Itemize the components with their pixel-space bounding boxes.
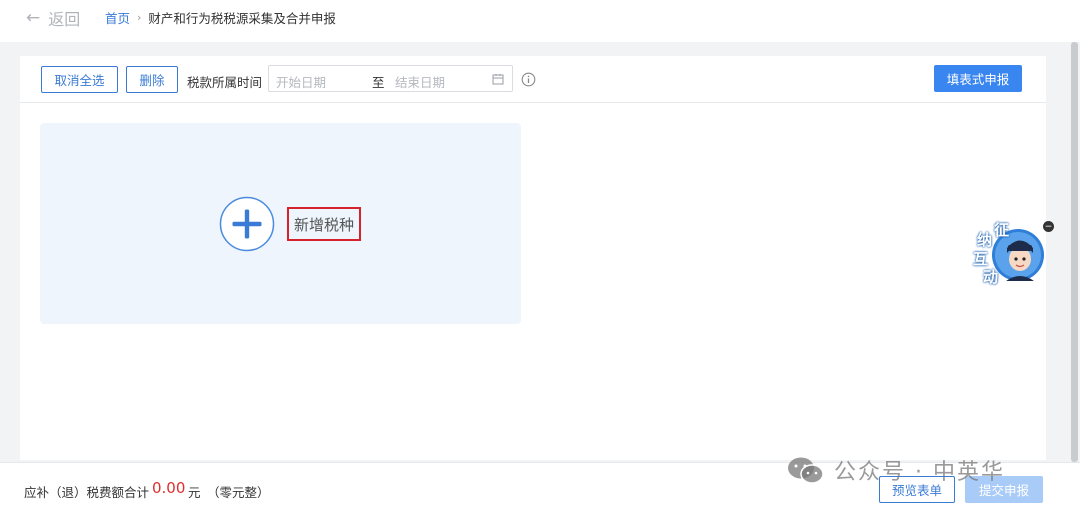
back-label: 返回 <box>48 10 81 29</box>
breadcrumb-home-link[interactable]: 首页 <box>105 8 130 27</box>
toolbar: 取消全选 删除 税款所属时间 开始日期 至 结束日期 填表式申报 <box>20 56 1046 103</box>
main-card: 取消全选 删除 税款所属时间 开始日期 至 结束日期 填表式申报 新增税种 <box>20 56 1046 460</box>
close-icon[interactable]: − <box>1043 221 1054 232</box>
delete-button[interactable]: 删除 <box>126 66 178 93</box>
wechat-icon <box>788 457 824 484</box>
add-tax-panel[interactable]: 新增税种 <box>40 123 521 324</box>
chevron-right-icon: › <box>137 11 142 24</box>
calendar-icon <box>492 74 504 85</box>
info-icon[interactable] <box>521 72 536 87</box>
form-declare-button[interactable]: 填表式申报 <box>934 65 1022 92</box>
watermark-text: 公众号 · 中英华 <box>834 460 1005 485</box>
start-date-input[interactable]: 开始日期 <box>276 72 326 91</box>
breadcrumb: 首页 › 财产和行为税税源采集及合并申报 <box>105 8 336 27</box>
breadcrumb-current: 财产和行为税税源采集及合并申报 <box>148 11 336 26</box>
top-bar: ← 返回 首页 › 财产和行为税税源采集及合并申报 <box>0 0 1080 42</box>
tax-period-label: 税款所属时间 <box>187 75 263 90</box>
watermark: 公众号 · 中英华 <box>786 453 1005 487</box>
plus-circle-icon[interactable] <box>219 196 275 252</box>
arrow-left-icon: ← <box>26 8 41 28</box>
end-date-input[interactable]: 结束日期 <box>395 72 445 91</box>
scrollbar[interactable] <box>1071 42 1078 462</box>
floater-char-4: 动 <box>983 268 999 286</box>
floater-char-1: 征 <box>994 221 1010 239</box>
add-tax-label[interactable]: 新增税种 <box>287 207 361 241</box>
range-separator: 至 <box>372 75 385 90</box>
interaction-assistant-widget[interactable]: 征 纳 互 动 − <box>970 215 1054 287</box>
back-button[interactable]: ← 返回 <box>26 6 80 30</box>
cancel-all-button[interactable]: 取消全选 <box>41 66 118 93</box>
total-label: 应补（退）税费额合计 <box>24 485 150 500</box>
amount-in-words: （零元整） <box>207 485 270 500</box>
floater-char-2: 纳 <box>977 231 993 249</box>
amount-unit: 元 <box>188 485 201 500</box>
date-range-picker[interactable]: 开始日期 至 结束日期 <box>268 65 513 92</box>
total-amount: 0.00 <box>152 479 186 497</box>
